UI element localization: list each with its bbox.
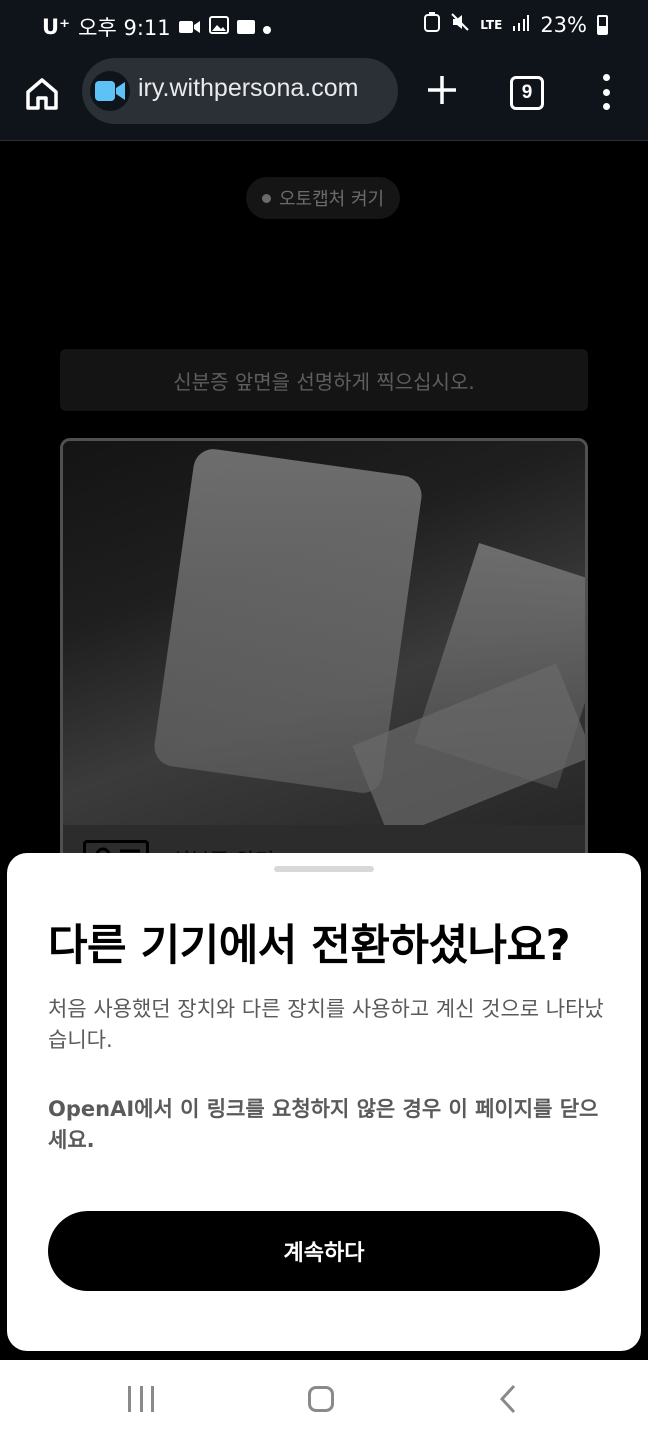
more-notifications-dot-icon — [262, 15, 271, 39]
home-icon[interactable] — [22, 74, 62, 114]
app-notification-icon — [236, 20, 255, 34]
browser-toolbar: iry.withpersona.com 9 — [0, 54, 648, 141]
sheet-drag-handle[interactable] — [274, 866, 374, 872]
tab-switcher-button[interactable]: 9 — [510, 76, 544, 110]
sheet-title: 다른 기기에서 전환하셨나요? — [48, 921, 571, 971]
mute-icon — [450, 12, 470, 37]
battery-icon — [597, 14, 608, 35]
more-vert-icon[interactable] — [598, 74, 614, 110]
sheet-warning: OpenAI에서 이 링크를 요청하지 않은 경우 이 페이지를 닫으세요. — [48, 1097, 599, 1152]
toggle-dot-icon — [262, 193, 271, 203]
clock: 오후 9:11 — [78, 16, 171, 40]
signal-icon — [512, 13, 530, 37]
gallery-icon — [208, 15, 229, 39]
video-call-icon — [178, 15, 201, 39]
status-left: U⁺ 오후 9:11 — [42, 12, 271, 42]
carrier-label: U⁺ — [42, 15, 71, 39]
video-camera-icon — [90, 71, 130, 111]
continue-button[interactable]: 계속하다 — [48, 1211, 600, 1291]
capture-instruction: 신분증 앞면을 선명하게 찍으십시오. — [60, 349, 588, 411]
status-bar: U⁺ 오후 9:11 LTE 23% — [0, 0, 648, 54]
device-switch-sheet: 다른 기기에서 전환하셨나요? 처음 사용했던 장치와 다른 장치를 사용하고 … — [7, 853, 641, 1351]
address-bar[interactable]: iry.withpersona.com — [82, 58, 398, 124]
status-right: LTE 23% — [424, 12, 608, 37]
nav-home-icon[interactable] — [308, 1386, 334, 1412]
camera-viewfinder: 신분증 앞면 — [60, 438, 588, 898]
new-tab-button[interactable] — [424, 72, 460, 108]
network-type: LTE — [480, 17, 503, 32]
battery-level: 23% — [540, 12, 587, 37]
data-saver-icon — [424, 12, 441, 37]
system-nav-bar — [0, 1360, 648, 1440]
sheet-description: 처음 사용했던 장치와 다른 장치를 사용하고 계신 것으로 나타났습니다. — [48, 997, 604, 1052]
recent-apps-icon[interactable] — [128, 1386, 154, 1412]
back-icon[interactable] — [494, 1384, 524, 1414]
auto-capture-toggle[interactable]: 오토캡처 켜기 — [246, 177, 401, 219]
plus-icon — [428, 76, 456, 104]
auto-capture-label: 오토캡처 켜기 — [279, 189, 385, 210]
url-text: iry.withpersona.com — [138, 74, 359, 102]
